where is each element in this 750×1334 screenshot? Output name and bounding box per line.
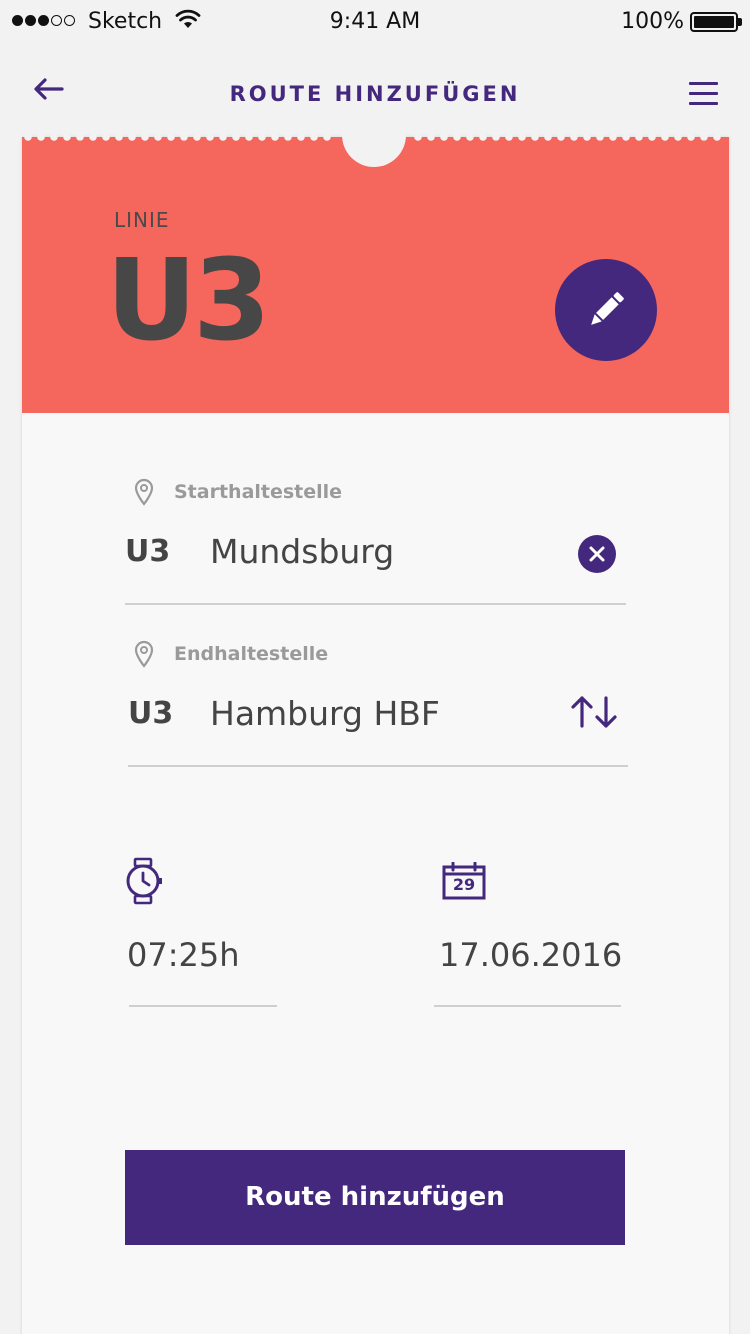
close-icon (589, 546, 605, 562)
ticket-notch (342, 103, 406, 167)
pencil-icon (591, 292, 624, 325)
calendar-day: 29 (452, 875, 476, 894)
menu-button[interactable] (686, 80, 722, 108)
edit-line-button[interactable] (555, 259, 657, 361)
battery-tip (738, 18, 742, 26)
time-divider (129, 1005, 277, 1007)
date-input[interactable]: 17.06.2016 (439, 936, 622, 974)
status-bar: Sketch 9:41 AM 100% (0, 0, 750, 40)
swap-stops-button[interactable] (567, 694, 621, 730)
time-input[interactable]: 07:25h (127, 936, 240, 974)
date-divider (434, 1005, 621, 1007)
calendar-icon: 29 (442, 862, 486, 900)
line-label: LINIE (114, 208, 170, 232)
location-pin-icon (134, 478, 154, 506)
start-divider (125, 603, 626, 605)
line-number: U3 (106, 236, 271, 366)
start-stop-input[interactable]: Mundsburg (210, 532, 394, 571)
hamburger-icon (689, 82, 718, 85)
route-ticket-card: LINIE U3 Starthaltestelle U3 Mundsburg E… (22, 103, 729, 1334)
end-line-code: U3 (128, 696, 174, 731)
add-route-button[interactable]: Route hinzufügen (125, 1150, 625, 1245)
clear-start-button[interactable] (578, 535, 616, 573)
ticket-header: LINIE U3 (22, 103, 729, 413)
start-stop-label: Starthaltestelle (174, 481, 343, 503)
start-line-code: U3 (125, 534, 171, 569)
watch-icon (126, 857, 162, 905)
end-divider (128, 765, 628, 767)
location-pin-icon (134, 640, 154, 668)
end-stop-label: Endhaltestelle (174, 643, 329, 665)
swap-arrows-icon (571, 696, 617, 728)
end-stop-input[interactable]: Hamburg HBF (210, 694, 440, 733)
battery-percentage: 100% (621, 9, 684, 34)
battery-icon (690, 12, 738, 32)
